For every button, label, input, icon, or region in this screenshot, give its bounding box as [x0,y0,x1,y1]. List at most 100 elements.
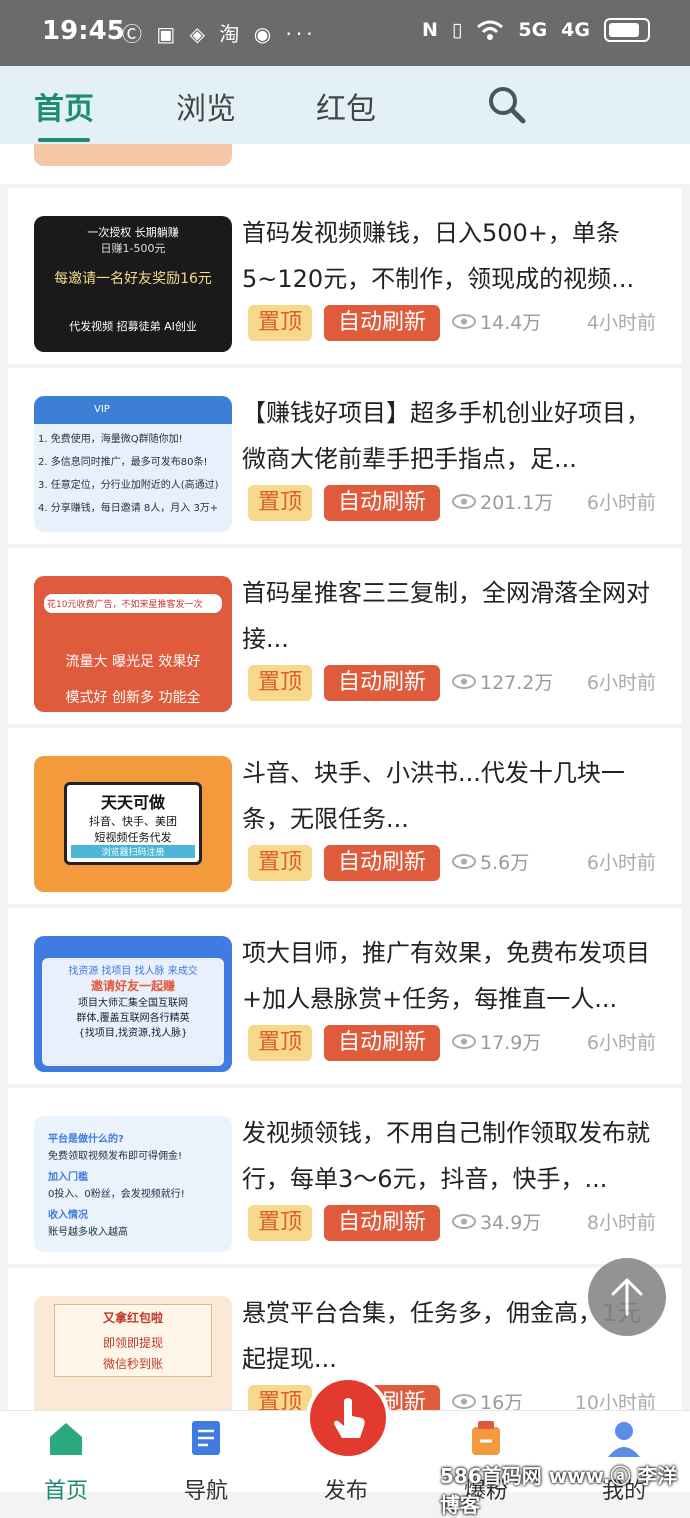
bottom-nav-fans[interactable]: 爆粉 [446,1411,526,1504]
post-time: 8小时前 [586,1212,656,1234]
watermark-text: 586首码网 www.ⓐ 李洋博客 [440,1464,678,1517]
arrow-up-icon [611,1278,643,1316]
list-item[interactable]: 平台是做什么的? 免费领取视频发布即可得佣金! 加入门槛 0投入、0粉丝，会发视… [8,1088,682,1264]
eye-icon [452,1394,476,1409]
pinned-badge: 置顶 [248,1205,312,1241]
thumb-text: 微信秒到账 [102,1357,163,1371]
view-count: 17.9万 [452,1028,541,1055]
item-thumbnail: 平台是做什么的? 免费领取视频发布即可得佣金! 加入门槛 0投入、0粉丝，会发视… [34,1116,232,1252]
auto-refresh-badge: 自动刷新 [324,1205,440,1241]
tab-redpacket[interactable]: 红包 [316,84,376,128]
vibrate-icon: ▯ [451,19,463,41]
item-title: 项大目师，推广有效果，免费布发项目+加人悬脉赏+任务，每推直一人... [242,939,650,1013]
item-title: 发视频领钱，不用自己制作领取发布就行，每单3～6元，抖音，快手，... [242,1119,650,1193]
bottom-nav-label: 首页 [43,1479,88,1504]
list-item[interactable]: 天天可做 抖音、快手、美团 短视频任务代发 浏览器扫码注册 斗音、块手、小洪书.… [8,728,682,904]
thumb-text: 一次授权 长期躺赚 [87,226,179,239]
item-title: 【赚钱好项目】超多手机创业好项目，微商大佬前辈手把手指点，足... [242,399,650,473]
view-count: 5.6万 [452,848,529,875]
view-count-text: 127.2万 [480,672,554,694]
view-count-text: 16万 [480,1392,524,1410]
thumb-text: 即领即提现 [102,1336,163,1350]
bottom-nav-label: 发布 [323,1479,368,1504]
post-time: 6小时前 [586,492,656,514]
list-item-partial [0,144,690,184]
tab-browse[interactable]: 浏览 [176,84,236,128]
battery-icon [604,18,650,42]
thumb-text: {找项目,找资源,找人脉} [78,1028,188,1039]
bottom-nav-home[interactable]: 首页 [26,1411,106,1504]
pinned-badge: 置顶 [248,1025,312,1061]
bottom-nav-guide[interactable]: 导航 [166,1411,246,1504]
post-time: 10小时前 [574,1392,656,1410]
item-thumbnail: 花10元收费广告，不如来星推客发一次 流量大 曝光足 效果好 模式好 创新多 功… [34,576,232,712]
eye-icon [452,1214,476,1229]
item-title: 首码星推客三三复制，全网滑落全网对接... [242,579,650,653]
thumb-text: 账号越多收入越高 [48,1227,128,1238]
thumb-text: 又拿红包啦 [102,1311,163,1325]
thumb-text: 0投入、0粉丝，会发视频就行! [48,1189,185,1200]
status-right: N ▯ 5G 4G [422,18,650,42]
list-item[interactable]: 花10元收费广告，不如来星推客发一次 流量大 曝光足 效果好 模式好 创新多 功… [8,548,682,724]
eye-icon [452,1034,476,1049]
view-count: 127.2万 [452,668,553,695]
auto-refresh-badge: 自动刷新 [324,485,440,521]
post-list: 一次授权 长期躺赚 日赚1-500元 每邀请一名好友奖励16元 代发视频 招募徒… [0,144,690,1410]
thumb-text: 2. 多信息同时推广，最多可发布80条! [38,457,208,468]
item-thumbnail: 找资源 找项目 找人脉 来成交 邀请好友一起赚 项目大师汇集全国互联网 群体,覆… [34,936,232,1072]
wifi-icon [477,20,504,40]
view-count-text: 201.1万 [480,492,554,514]
status-time: 19:45 [42,16,125,46]
list-item[interactable]: VIP 1. 免费使用，海量微Q群随你加! 2. 多信息同时推广，最多可发布80… [8,368,682,544]
item-thumbnail: 一次授权 长期躺赚 日赚1-500元 每邀请一名好友奖励16元 代发视频 招募徒… [34,216,232,352]
eye-icon [452,494,476,509]
thumb-text: 项目大师汇集全国互联网 [78,998,188,1009]
thumb-text: 短视频任务代发 [94,831,172,844]
thumb-text: 平台是做什么的? [48,1134,124,1145]
tab-active-indicator [38,138,90,142]
publish-button[interactable] [306,1376,390,1460]
post-time: 4小时前 [586,312,656,334]
notification-icons: Ⓒ ▣ ◈ 淘 ◉ ··· [122,22,317,46]
item-thumbnail: 天天可做 抖音、快手、美团 短视频任务代发 浏览器扫码注册 [34,756,232,892]
eye-icon [452,674,476,689]
bottom-nav-label: 导航 [183,1479,228,1504]
item-title: 斗音、块手、小洪书...代发十几块一条，无限任务... [242,759,625,833]
thumb-text: 天天可做 [100,793,165,812]
tab-home[interactable]: 首页 [34,84,94,128]
thumb-text: 3. 任意定位，分行业加附近的人(高通过) [38,480,219,491]
thumb-text: 花10元收费广告，不如来星推客发一次 [44,594,222,613]
eye-icon [452,854,476,869]
pinned-badge: 置顶 [248,305,312,341]
item-thumbnail: 又拿红包啦 即领即提现 微信秒到账 [34,1296,232,1410]
thumb-text: 日赚1-500元 [100,242,166,255]
pinned-badge: 置顶 [248,485,312,521]
eye-icon [452,314,476,329]
auto-refresh-badge: 自动刷新 [324,305,440,341]
top-nav: 首页 浏览 红包 [0,66,690,144]
thumb-text: 邀请好友一起赚 [90,979,175,993]
search-icon[interactable] [486,84,526,124]
thumb-text: 每邀请一名好友奖励16元 [54,271,212,287]
view-count-text: 5.6万 [480,852,530,874]
view-count: 201.1万 [452,488,553,515]
view-count-text: 14.4万 [480,312,542,334]
nfc-icon: N [421,19,438,41]
auto-refresh-badge: 自动刷新 [324,665,440,701]
thumb-text: 抖音、快手、美团 [89,815,177,828]
list-item[interactable]: 一次授权 长期躺赚 日赚1-500元 每邀请一名好友奖励16元 代发视频 招募徒… [8,188,682,364]
thumb-text: 免费领取视频发布即可得佣金! [48,1151,183,1162]
bottom-nav-mine[interactable]: 我的 [584,1411,664,1504]
pinned-badge: 置顶 [248,845,312,881]
auto-refresh-badge: 自动刷新 [324,1025,440,1061]
thumb-text: VIP [34,396,232,424]
list-item[interactable]: 找资源 找项目 找人脉 来成交 邀请好友一起赚 项目大师汇集全国互联网 群体,覆… [8,908,682,1084]
signal-5g-icon: 5G [518,19,548,41]
signal-4g-icon: 4G [561,19,590,41]
view-count: 16万 [452,1388,523,1410]
thumb-text: 流量大 曝光足 效果好 [65,654,201,670]
thumb-text: 4. 分享赚钱，每日邀请 8人，月入 3万+ [38,503,219,514]
post-time: 6小时前 [586,672,656,694]
back-to-top-button[interactable] [588,1258,666,1336]
fans-icon [472,1421,500,1455]
